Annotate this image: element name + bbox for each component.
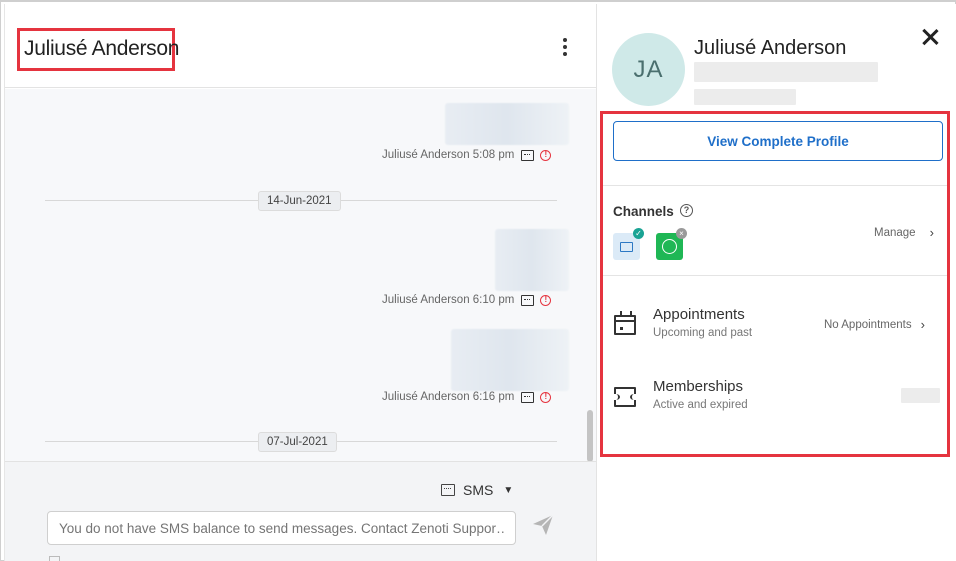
divider [603,185,947,186]
message-sender-time: Juliusé Anderson 6:16 pm [382,391,515,403]
sms-icon [441,484,455,496]
appointments-title: Appointments [653,306,745,323]
help-icon[interactable]: ? [680,204,693,217]
close-icon[interactable] [921,28,939,46]
sms-channel-icon [521,149,535,161]
appointments-value[interactable]: No Appointments › [824,317,925,332]
more-options-icon[interactable] [558,36,572,62]
view-complete-profile-button[interactable]: View Complete Profile [613,121,943,161]
message-list[interactable]: Juliusé Anderson 5:08 pm ! 14-Jun-2021 J… [5,89,597,461]
redacted-detail [694,62,878,82]
avatar: JA [612,33,685,106]
message-input[interactable] [47,511,516,545]
ticket-icon [612,387,638,407]
date-label: 07-Jul-2021 [258,432,337,452]
message-composer: SMS ▼ [5,461,597,561]
calendar-icon [614,311,636,335]
sms-channel-icon[interactable]: ✓ [613,228,644,260]
chat-header: Juliusé Anderson [5,4,597,88]
profile-panel: JA Juliusé Anderson View Complete Profil… [596,4,956,561]
error-icon[interactable]: ! [540,294,552,306]
check-icon: ✓ [633,228,644,239]
disabled-icon: × [676,228,687,239]
message-meta: Juliusé Anderson 6:10 pm ! [382,294,552,306]
chevron-right-icon: › [929,225,934,240]
whatsapp-icon[interactable]: × [656,228,687,260]
redacted-detail [694,89,796,105]
template-icon[interactable] [49,556,60,561]
message-sender-time: Juliusé Anderson 6:10 pm [382,294,515,306]
profile-name: Juliusé Anderson [694,37,847,59]
channels-title: Channels [613,204,674,219]
memberships-title: Memberships [653,378,744,395]
chevron-down-icon: ▼ [503,484,514,496]
send-icon[interactable] [531,513,555,537]
appointments-count: No Appointments [824,318,912,331]
message-meta: Juliusé Anderson 5:08 pm ! [382,149,552,161]
memberships-value-placeholder [901,388,940,403]
appointments-subtitle: Upcoming and past [653,327,753,339]
sms-channel-icon [521,294,535,306]
message-sender-time: Juliusé Anderson 5:08 pm [382,149,515,161]
manage-channels-link[interactable]: Manage › [874,225,934,240]
error-icon[interactable]: ! [540,149,552,161]
message-bubble [495,229,569,291]
message-bubble [445,103,569,145]
channel-select[interactable]: SMS ▼ [441,482,513,498]
chevron-right-icon: › [920,317,925,332]
date-label: 14-Jun-2021 [258,191,341,211]
error-icon[interactable]: ! [540,391,552,403]
conversation-pane: Juliusé Anderson Juliusé Anderson 5:08 p… [4,4,597,561]
manage-label: Manage [874,226,916,239]
scrollbar-thumb[interactable] [587,410,593,462]
contact-name: Juliusé Anderson [17,28,179,71]
memberships-subtitle: Active and expired [653,399,748,411]
sms-channel-icon [521,391,535,403]
divider [603,275,947,276]
message-bubble [451,329,569,391]
message-meta: Juliusé Anderson 6:16 pm ! [382,391,552,403]
channel-select-value: SMS [463,482,494,498]
